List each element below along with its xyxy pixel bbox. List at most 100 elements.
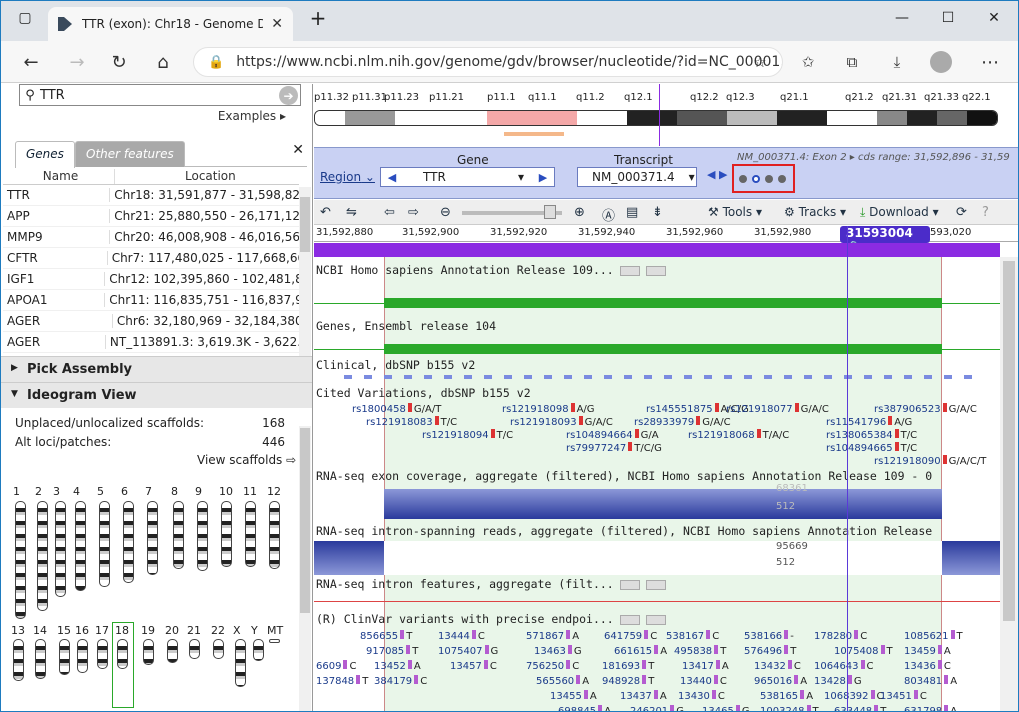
chromosome-number[interactable]: MT — [267, 624, 283, 637]
variant-label[interactable]: rs104894665 T/C — [826, 442, 917, 454]
flip-strand-icon[interactable]: ⇋ — [346, 205, 357, 220]
clinvar-variant[interactable]: 13452 A — [374, 660, 421, 672]
chromosome-glyph[interactable] — [143, 639, 154, 665]
table-row[interactable]: AGER NT_113891.3: 3,619.3K - 3,622.6K — [3, 332, 299, 353]
chromosome-number[interactable]: 6 — [121, 485, 128, 498]
chromosome-glyph[interactable] — [15, 501, 26, 619]
clinical-variants-marks[interactable] — [344, 375, 984, 379]
view-scaffolds-link[interactable]: View scaffolds ⇨ — [197, 453, 296, 467]
gene-table-scrollbar[interactable] — [299, 187, 311, 357]
variant-label[interactable]: rs28933979 G/A/C — [634, 416, 731, 428]
chromosome-glyph[interactable] — [235, 639, 246, 687]
exon-dot-1[interactable] — [739, 175, 747, 183]
table-row[interactable]: IGF1 Chr12: 102,395,860 - 102,481,839 — [3, 269, 299, 290]
clinvar-variant[interactable]: 571867 A — [526, 630, 579, 642]
variant-label[interactable]: rs79977247 T/C/G — [566, 442, 662, 454]
exon-nav-arrows[interactable]: ◀ ▶ — [707, 168, 727, 181]
variant-label[interactable]: rs121918098 A/G — [502, 403, 595, 415]
chromosome-glyph[interactable] — [97, 639, 108, 669]
chromosome-glyph[interactable] — [245, 501, 256, 567]
chromosome-number[interactable]: 7 — [145, 485, 152, 498]
refresh-icon[interactable]: ⟳ — [956, 205, 967, 220]
chromosome-glyph[interactable] — [197, 501, 208, 571]
zoom-out-icon[interactable]: ⊖ — [440, 205, 451, 220]
new-tab-icon[interactable]: + — [295, 1, 341, 35]
track-title-ensembl[interactable]: Genes, Ensembl release 104 — [316, 319, 496, 333]
close-genes-icon[interactable]: ✕ — [292, 142, 304, 158]
close-window-icon[interactable]: ✕ — [971, 1, 1017, 35]
table-row[interactable]: TTR Chr18: 31,591,877 - 31,598,821 — [3, 185, 299, 206]
table-row[interactable]: APP Chr21: 25,880,550 - 26,171,128 — [3, 206, 299, 227]
chromosome-number[interactable]: 4 — [73, 485, 80, 498]
forward-icon[interactable]: → — [63, 49, 91, 75]
clinvar-variant[interactable]: 137848 T — [316, 675, 368, 687]
track-title-annotation[interactable]: NCBI Homo sapiens Annotation Release 109… — [316, 263, 666, 277]
clinvar-variant[interactable]: 856655 T — [360, 630, 412, 642]
clinvar-variant[interactable]: 538167 C — [666, 630, 719, 642]
track-title-intron-reads[interactable]: RNA-seq intron-spanning reads, aggregate… — [316, 524, 932, 538]
variant-label[interactable]: rs387906523 G/A/C — [874, 403, 977, 415]
reload-icon[interactable]: ↻ — [105, 49, 133, 75]
clinvar-variant[interactable]: 6609 C — [316, 660, 356, 672]
home-icon[interactable]: ⌂ — [149, 49, 177, 75]
clinvar-variant[interactable]: 13463 G — [534, 645, 582, 657]
col-name[interactable]: Name — [3, 169, 115, 184]
download-menu[interactable]: ⤓ Download ▾ — [860, 205, 939, 220]
clinvar-variant[interactable]: 698845 A — [558, 705, 611, 711]
clinvar-variant[interactable]: 13436 C — [904, 660, 951, 672]
chromosome-glyph[interactable] — [13, 639, 24, 681]
chromosome-number[interactable]: Y — [251, 624, 258, 637]
favorites-icon[interactable]: ✩ — [794, 49, 822, 75]
chromosome-number[interactable]: 22 — [211, 624, 225, 637]
table-row[interactable]: APOA1 Chr11: 116,835,751 - 116,837,950 — [3, 290, 299, 311]
tracks-scrollbar[interactable] — [1000, 257, 1018, 711]
chromosome-number[interactable]: 13 — [11, 624, 25, 637]
variant-label[interactable]: rs121918093 G/A/C — [510, 416, 613, 428]
close-tab-icon[interactable]: ✕ — [271, 16, 283, 32]
examples-link[interactable]: Examples ▸ — [218, 109, 286, 123]
clinvar-variant[interactable]: 178280 C — [814, 630, 867, 642]
chromosome-number[interactable]: 14 — [33, 624, 47, 637]
clinvar-variant[interactable]: 13451 C — [880, 690, 927, 702]
exon-dot-4[interactable] — [778, 175, 786, 183]
variant-label[interactable]: rs11541796 A/G — [826, 416, 912, 428]
tracks-menu[interactable]: ⚙ Tracks ▾ — [784, 205, 846, 219]
table-row[interactable]: CFTR Chr7: 117,480,025 - 117,668,665 — [3, 248, 299, 269]
pan-left-icon[interactable]: ⇦ — [384, 205, 395, 220]
chromosome-number[interactable]: 1 — [13, 485, 20, 498]
track-title-intron-features[interactable]: RNA-seq intron features, aggregate (filt… — [316, 577, 666, 591]
chromosome-glyph[interactable] — [147, 501, 158, 575]
maximize-icon[interactable]: ☐ — [925, 1, 971, 35]
clinvar-variant[interactable]: 13437 A — [620, 690, 667, 702]
collections-icon[interactable]: ⧉ — [838, 49, 866, 75]
clinvar-variant[interactable]: 965016 A — [754, 675, 807, 687]
chromosome-number[interactable]: 16 — [75, 624, 89, 637]
back-icon[interactable]: ← — [17, 49, 45, 75]
chromosome-glyph[interactable] — [269, 501, 280, 569]
chromosome-glyph[interactable] — [253, 639, 264, 661]
go-arrow-icon[interactable]: ➔ — [279, 86, 298, 105]
track-title-clinical[interactable]: Clinical, dbSNP b155 v2 — [316, 358, 475, 372]
clinvar-variant[interactable]: 917085 T — [366, 645, 418, 657]
chromosome-glyph[interactable] — [99, 501, 110, 587]
collapse-icon[interactable]: ⇟ — [652, 205, 663, 220]
clinvar-variant[interactable]: 13428 G — [814, 675, 862, 687]
address-bar[interactable]: 🔒 https://www.ncbi.nlm.nih.gov/genome/gdv… — [193, 47, 783, 77]
clinvar-variant[interactable]: 1003248 T — [760, 705, 819, 711]
clinvar-variant[interactable]: 13459 A — [904, 645, 951, 657]
zoom-in-icon[interactable]: ⊕ — [574, 205, 585, 220]
clinvar-variant[interactable]: 538165 A — [760, 690, 813, 702]
search-input[interactable]: ⚲ TTR ➔ — [19, 84, 301, 106]
clinvar-variant[interactable]: 1085621 T — [904, 630, 963, 642]
chromosome-glyph[interactable] — [167, 639, 178, 663]
clinvar-variant[interactable]: 633448 T — [834, 705, 886, 711]
chromosome-number[interactable]: 11 — [243, 485, 257, 498]
tab-genes[interactable]: Genes — [15, 141, 75, 168]
exon-dot-2[interactable] — [752, 175, 760, 183]
clinvar-variant[interactable]: 13465 G — [702, 705, 750, 711]
clinvar-variant[interactable]: 13432 C — [754, 660, 801, 672]
minimize-icon[interactable]: — — [879, 1, 925, 35]
clinvar-variant[interactable]: 756250 C — [526, 660, 579, 672]
variant-label[interactable]: rs121918083 T/C — [366, 416, 457, 428]
pan-right-icon[interactable]: ⇨ — [408, 205, 419, 220]
